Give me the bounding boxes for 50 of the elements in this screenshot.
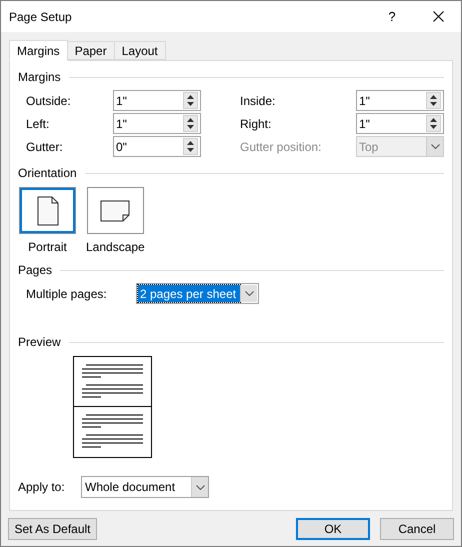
- dialog-button[interactable]: Cancel: [380, 518, 454, 540]
- dropdown[interactable]: Whole document: [81, 476, 209, 498]
- arrow-up-icon: [187, 118, 194, 122]
- spin-field[interactable]: 1": [356, 113, 444, 134]
- spin-buttons[interactable]: [183, 138, 198, 155]
- arrow-down-icon: [187, 148, 194, 152]
- field-label: Gutter position:: [240, 138, 322, 156]
- dialog-button[interactable]: OK: [296, 518, 370, 540]
- field-label: Right:: [240, 116, 272, 132]
- chevron-down-icon: [196, 484, 204, 490]
- arrow-up-icon: [187, 94, 194, 99]
- spin-buttons[interactable]: [183, 92, 198, 109]
- close-icon: [432, 11, 444, 22]
- help-button[interactable]: ?: [369, 1, 415, 32]
- tab[interactable]: Paper: [66, 41, 115, 60]
- spin-field[interactable]: 1": [113, 90, 201, 111]
- section-heading: Pages: [18, 262, 52, 279]
- portrait-page-icon: [36, 196, 58, 226]
- dropdown[interactable]: 2 pages per sheet: [136, 283, 259, 304]
- arrow-down-icon: [187, 102, 194, 106]
- field-label: Inside:: [240, 92, 276, 110]
- spin-field[interactable]: 1": [113, 113, 201, 134]
- orientation-option[interactable]: Portrait: [19, 187, 76, 256]
- section-heading: Margins: [18, 69, 61, 86]
- orientation-option[interactable]: Landscape: [86, 187, 145, 256]
- tab[interactable]: Layout: [114, 41, 166, 60]
- landscape-page-icon: [100, 200, 130, 222]
- window-title: Page Setup: [9, 8, 73, 26]
- section-heading: Orientation: [18, 165, 77, 182]
- spin-field[interactable]: 1": [356, 90, 444, 111]
- tab[interactable]: Margins: [9, 40, 68, 61]
- arrow-down-icon: [430, 125, 437, 130]
- dialog-button[interactable]: Set As Default: [8, 518, 97, 540]
- chevron-down-icon: [244, 291, 254, 296]
- arrow-up-icon: [430, 94, 437, 99]
- field-label: Left:: [26, 116, 50, 132]
- spin-buttons[interactable]: [426, 92, 441, 109]
- field-label: Multiple pages:: [26, 286, 108, 302]
- field-label: Apply to:: [18, 479, 66, 496]
- section-heading: Preview: [18, 334, 61, 351]
- field-label: Gutter:: [26, 138, 64, 156]
- arrow-down-icon: [187, 125, 194, 130]
- chevron-down-icon: [430, 144, 440, 149]
- field-label: Outside:: [26, 92, 72, 110]
- arrow-up-icon: [187, 140, 194, 145]
- arrow-up-icon: [430, 118, 437, 122]
- spin-field[interactable]: 0": [113, 136, 201, 157]
- spin-buttons[interactable]: [183, 115, 198, 132]
- spin-buttons[interactable]: [426, 115, 441, 132]
- arrow-down-icon: [430, 102, 437, 106]
